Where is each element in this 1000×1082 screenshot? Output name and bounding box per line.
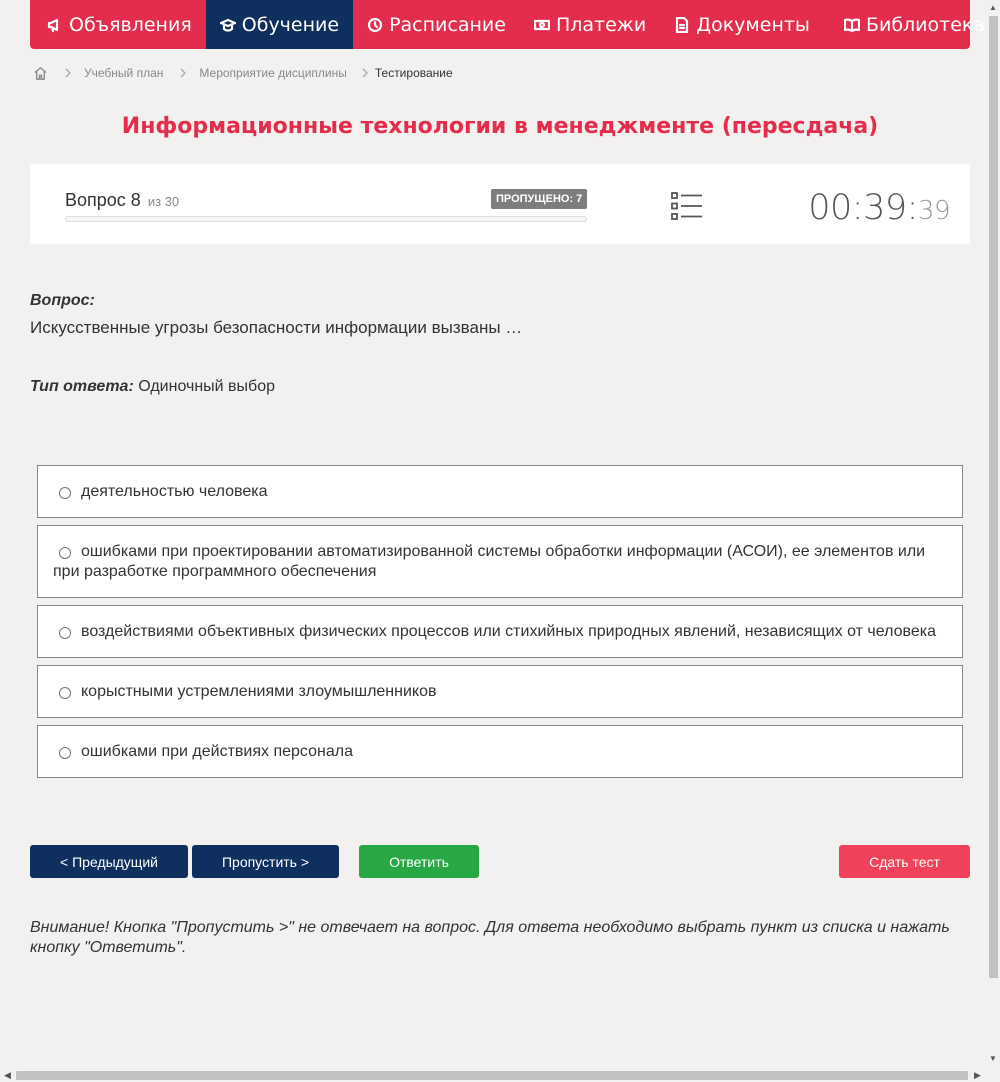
answer-option[interactable]: ошибками при действиях персонала	[37, 725, 963, 778]
question-counter: Вопрос 8 из 30	[65, 190, 179, 211]
nav-item-label: Библиотека	[865, 13, 986, 36]
progress-bar	[65, 216, 587, 222]
skipped-badge: ПРОПУЩЕНО: 7	[491, 189, 588, 209]
answer-option[interactable]: деятельностью человека	[37, 465, 963, 518]
timer-main: 00:39:	[808, 188, 918, 228]
answer-option-text: ошибками при действиях персонала	[81, 743, 353, 760]
chevron-right-icon	[180, 68, 187, 78]
scroll-right-icon[interactable]: ▶	[974, 1070, 981, 1081]
nav-item-learning[interactable]: Обучение	[205, 0, 354, 49]
question-number: Вопрос 8	[65, 190, 141, 210]
scroll-down-icon[interactable]: ▼	[989, 1055, 997, 1063]
submit-test-button[interactable]: Сдать тест	[839, 845, 970, 878]
nav-item-label: Платежи	[555, 13, 647, 36]
horizontal-scrollbar[interactable]: ◀ ▶	[0, 1068, 1000, 1082]
money-icon	[533, 19, 550, 30]
graduation-cap-icon	[219, 18, 236, 32]
answer-type: Тип ответа: Одиночный выбор	[30, 378, 275, 396]
book-icon	[843, 17, 860, 32]
chevron-right-icon	[65, 68, 71, 78]
answer-button[interactable]: Ответить	[359, 845, 479, 878]
document-icon	[676, 16, 689, 33]
scrollbar-thumb[interactable]	[989, 16, 998, 978]
breadcrumb-testing: Тестирование	[374, 66, 453, 80]
nav-item-payments[interactable]: Платежи	[520, 0, 660, 49]
answer-option-text: корыстными устремлениями злоумышленников	[81, 683, 437, 700]
nav-item-library[interactable]: Библиотека	[830, 0, 1000, 49]
nav-item-documents[interactable]: Документы	[660, 0, 824, 49]
answer-option[interactable]: воздействиями объективных физических про…	[37, 605, 963, 658]
radio-button[interactable]	[59, 687, 71, 699]
scrollbar-thumb[interactable]	[16, 1071, 968, 1080]
chevron-right-icon	[362, 68, 368, 78]
answer-option-text: деятельностью человека	[81, 483, 268, 500]
nav-item-announcements[interactable]: Объявления	[30, 0, 206, 49]
page-title: Информационные технологии в менеджменте …	[121, 114, 879, 139]
timer: 00:39:39	[808, 188, 950, 228]
answer-type-value: Одиночный выбор	[138, 378, 275, 395]
breadcrumb-discipline-event[interactable]: Мероприятие дисциплины	[199, 66, 346, 80]
previous-button[interactable]: < Предыдущий	[30, 845, 188, 878]
main-nav: Объявления Обучение Расписание Платежи Д…	[30, 0, 1000, 49]
nav-item-label: Расписание	[389, 13, 506, 36]
megaphone-icon	[47, 18, 59, 32]
answer-option-text: воздействиями объективных физических про…	[81, 623, 936, 640]
answer-option[interactable]: ошибками при проектировании автоматизиро…	[37, 525, 963, 598]
scroll-up-icon[interactable]: ▲	[989, 4, 997, 12]
breadcrumb: Учебный план Мероприятие дисциплины Тест…	[33, 64, 453, 82]
warning-note: Внимание! Кнопка "Пропустить >" не отвеч…	[30, 919, 950, 956]
radio-button[interactable]	[59, 627, 71, 639]
scroll-left-icon[interactable]: ◀	[4, 1070, 11, 1081]
answer-option-text: ошибками при проектировании автоматизиро…	[53, 543, 926, 580]
clock-icon	[367, 17, 383, 32]
home-icon[interactable]	[33, 66, 48, 81]
radio-button[interactable]	[59, 487, 71, 499]
question-total: из 30	[147, 194, 180, 209]
nav-item-label: Объявления	[69, 13, 192, 36]
timer-seconds: 39	[917, 196, 951, 226]
progress-panel: Вопрос 8 из 30 ПРОПУЩЕНО: 7 00:39:39	[30, 164, 970, 244]
radio-button[interactable]	[59, 547, 71, 559]
nav-item-label: Обучение	[241, 13, 340, 36]
answer-option[interactable]: корыстными устремлениями злоумышленников	[37, 665, 963, 718]
nav-item-schedule[interactable]: Расписание	[353, 0, 520, 49]
breadcrumb-curriculum[interactable]: Учебный план	[84, 66, 163, 80]
list-icon	[671, 192, 702, 220]
answer-type-label: Тип ответа:	[30, 378, 134, 395]
question-label: Вопрос:	[30, 292, 95, 309]
question-text: Искусственные угрозы безопасности информ…	[30, 318, 523, 337]
nav-item-label: Документы	[696, 13, 810, 36]
vertical-scrollbar[interactable]: ▲ ▼	[986, 0, 1000, 1068]
radio-button[interactable]	[59, 747, 71, 759]
question-list-icon[interactable]	[671, 192, 703, 220]
skip-button[interactable]: Пропустить >	[192, 845, 339, 878]
